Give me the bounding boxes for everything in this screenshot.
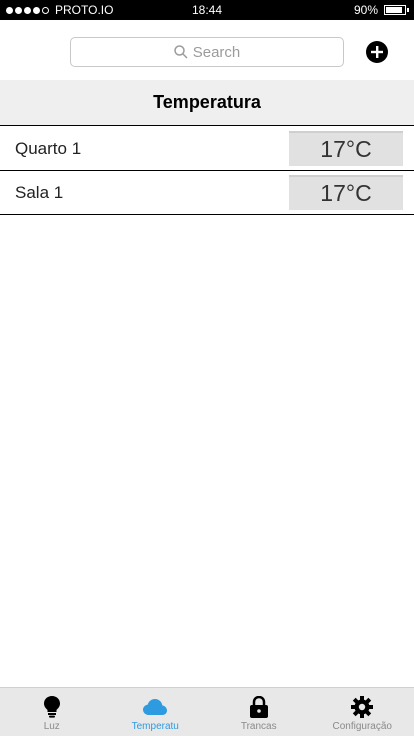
search-placeholder: Search: [192, 43, 241, 61]
search-bar-area: Search: [0, 20, 414, 80]
status-bar: PROTO.IO 18:44 90%: [0, 0, 414, 20]
battery-icon: [384, 5, 409, 15]
search-input[interactable]: Search: [70, 37, 344, 67]
plus-circle-icon: [371, 46, 383, 58]
section-title: Temperatura: [153, 92, 261, 112]
list-item[interactable]: Sala 1 17°C: [0, 171, 414, 215]
tab-label: Temperatu: [131, 721, 179, 732]
room-name: Sala 1: [15, 183, 64, 202]
tab-temperatura[interactable]: Temperatu: [104, 688, 208, 736]
tab-luz[interactable]: Luz: [0, 688, 104, 736]
list-item[interactable]: Quarto 1 17°C: [0, 127, 414, 171]
tab-configuracao[interactable]: Configuração: [311, 688, 414, 736]
lock-icon: [249, 696, 268, 718]
temperature-value[interactable]: 17°C: [289, 175, 403, 210]
add-button[interactable]: [366, 41, 388, 63]
tab-label: Luz: [43, 721, 60, 732]
room-name: Quarto 1: [15, 139, 82, 158]
lightbulb-icon: [43, 696, 60, 718]
search-icon: [173, 45, 188, 59]
tab-label: Trancas: [240, 721, 277, 732]
status-time: 18:44: [191, 3, 223, 17]
gear-icon: [351, 696, 374, 718]
tab-bar: Luz Temperatu Trancas Configuração: [0, 687, 414, 736]
tab-label: Configuração: [332, 721, 392, 732]
temperature-value[interactable]: 17°C: [289, 131, 403, 166]
battery-percent: 90%: [353, 3, 378, 17]
cloud-icon: [143, 699, 168, 715]
tab-trancas[interactable]: Trancas: [207, 688, 311, 736]
room-list: Quarto 1 17°C Sala 1 17°C: [0, 127, 414, 215]
status-right: 90%: [353, 3, 409, 17]
screen: PROTO.IO 18:44 90% Search Temperatura Qu…: [0, 0, 414, 736]
section-header: Temperatura: [0, 80, 414, 126]
